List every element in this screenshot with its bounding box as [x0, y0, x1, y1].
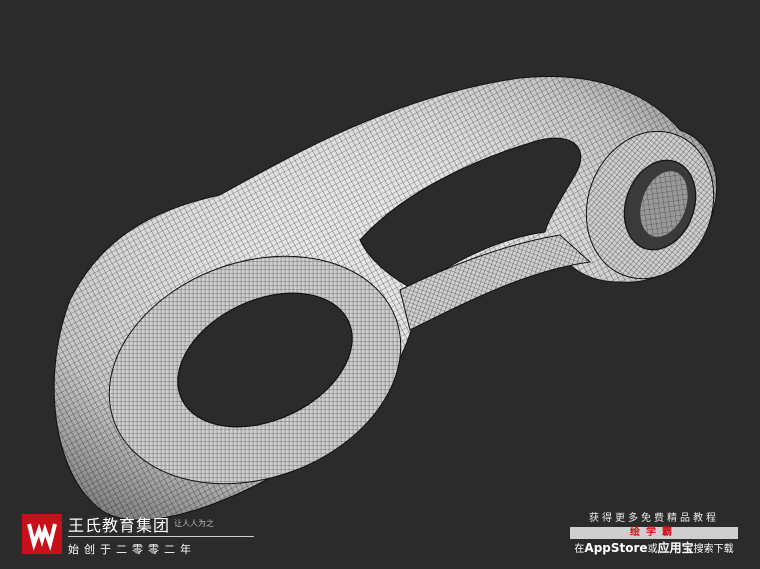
promo-store-yingyongbao: 应用宝 [657, 541, 694, 555]
brand-name: 王氏教育集团 [68, 516, 171, 535]
app-promo: 获得更多免费精品教程 绘学霸 在AppStore或应用宝搜索下载 [566, 512, 742, 560]
promo-headline: 获得更多免费精品教程 [589, 513, 719, 524]
brand-tagline: 让人人为之 [174, 519, 214, 528]
mesh-model[interactable] [53, 76, 734, 523]
brand-divider [68, 536, 254, 537]
brand-watermark: 王氏教育集团 让人人为之 始创于二零零二年 [22, 512, 262, 560]
promo-app-name: 绘学霸 [570, 527, 738, 539]
brand-founded-text: 始创于二零零二年 [68, 543, 196, 556]
promo-store-appstore: AppStore [584, 541, 648, 555]
promo-suffix: 搜索下载 [693, 544, 734, 555]
promo-download-text: 在AppStore或应用宝搜索下载 [566, 541, 742, 557]
w-logo-icon [22, 514, 62, 554]
promo-mid: 或 [647, 544, 658, 555]
promo-prefix: 在 [574, 544, 585, 555]
3d-viewport[interactable] [0, 0, 760, 569]
